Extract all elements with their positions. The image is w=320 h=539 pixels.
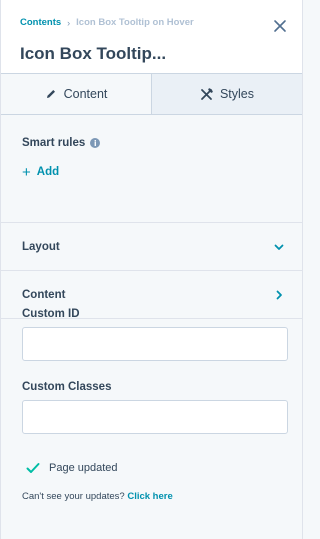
help-text: Can't see your updates? Click here [22,491,173,502]
chevron-right-icon [276,290,282,300]
content-accordion-label: Content [22,288,66,301]
click-here-link[interactable]: Click here [127,491,172,502]
custom-id-input[interactable] [22,327,288,361]
layout-accordion-label: Layout [22,240,60,253]
add-smart-rule-label: Add [36,166,60,178]
add-smart-rule-button[interactable]: + Add [22,163,60,181]
panel-title: Icon Box Tooltip... [20,44,167,63]
chevron-down-icon [274,244,284,250]
breadcrumb-root-link[interactable]: Contents [20,17,61,28]
sidebar-panel: Contents › Icon Box Tooltip on Hover Ico… [0,0,303,539]
tab-styles[interactable]: Styles [152,74,302,114]
styles-icon [201,87,213,100]
layout-accordion[interactable]: Layout [1,223,302,271]
breadcrumb-current: Icon Box Tooltip on Hover [76,17,194,28]
custom-classes-label: Custom Classes [22,381,112,393]
close-icon [274,20,286,32]
smart-rules-label: Smart rules i [22,137,101,149]
status-text: Page updated [49,462,118,474]
breadcrumb-separator: › [67,17,71,28]
breadcrumb: Contents › Icon Box Tooltip on Hover [20,17,194,28]
help-question: Can't see your updates? [22,491,125,502]
tab-bar: Content Styles [1,74,302,115]
checkmark-icon [26,463,40,473]
tab-content-label: Content [63,87,108,101]
tab-content[interactable]: Content [1,74,152,114]
panel-header: Contents › Icon Box Tooltip on Hover Ico… [1,0,302,74]
smart-rules-section: Smart rules i + Add [1,115,302,223]
info-icon[interactable]: i [90,138,101,148]
plus-icon: + [22,163,31,181]
smart-rules-text: Smart rules [22,137,86,149]
page-updated-status: Page updated [26,462,118,474]
custom-classes-input[interactable] [22,400,288,434]
custom-id-label: Custom ID [22,308,80,320]
close-button[interactable] [272,18,288,34]
tab-styles-label: Styles [219,87,255,101]
pencil-icon [46,90,55,98]
